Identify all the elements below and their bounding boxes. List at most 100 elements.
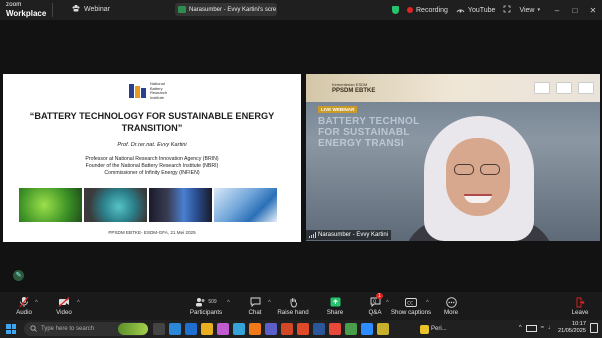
meeting-toolbar: Audio ^ Video ^ 509 Participants ^ Chat … [0, 292, 602, 320]
screen-share-indicator[interactable]: Narasumber - Evvy Kartini's scre ··· [175, 3, 277, 16]
raise-hand-button[interactable]: Raise hand [271, 296, 315, 316]
task-view-icon[interactable] [153, 323, 165, 335]
chevron-down-icon: ▾ [537, 7, 540, 13]
maximize-icon[interactable]: □ [566, 6, 584, 15]
svg-text:Q: Q [373, 299, 376, 304]
wifi-icon[interactable]: ≈ [541, 325, 544, 331]
taskbar-apps [152, 322, 390, 336]
title-line2: TRANSITION” [121, 123, 183, 133]
bg-text-line: FOR SUSTAINABL [318, 127, 410, 138]
show-captions-button[interactable]: CC Show captions [389, 296, 433, 316]
app-icon[interactable] [377, 323, 389, 335]
edge-icon[interactable] [185, 323, 197, 335]
windows-start-icon[interactable] [6, 324, 16, 334]
background-title-text: BATTERY TECHNOL FOR SUSTAINABL ENERGY TR… [318, 116, 420, 149]
nbri-logo: National Battery Research Institute [129, 81, 184, 100]
app-icon[interactable] [233, 323, 245, 335]
bg-text-line: BATTERY TECHNOL [318, 116, 420, 127]
minimize-icon[interactable]: – [548, 6, 566, 15]
fullscreen-button[interactable] [503, 5, 511, 15]
video-label: Video [56, 309, 72, 316]
firefox-icon[interactable] [249, 323, 261, 335]
audio-label: Audio [16, 309, 32, 316]
chat-icon [250, 297, 260, 307]
clock-time: 10:17 [572, 321, 586, 327]
qa-badge: 1 [376, 293, 383, 299]
taskbar-search[interactable]: Type here to search [24, 322, 148, 336]
chevron-up-icon[interactable]: ^ [519, 325, 522, 331]
photo-energy-tech [214, 188, 277, 222]
raise-hand-label: Raise hand [277, 309, 309, 316]
live-webinar-badge: LIVE WEBINAR [318, 106, 358, 113]
logo-line1: zoom [6, 2, 22, 8]
share-screen-icon [330, 297, 340, 307]
top-right-controls: Recording YouTube View ▾ – □ ✕ [392, 0, 602, 20]
participants-button[interactable]: 509 Participants [184, 296, 228, 316]
outlook-icon[interactable] [169, 323, 181, 335]
participants-label: Participants [189, 309, 223, 316]
teams-icon[interactable] [265, 323, 277, 335]
webinar-indicator[interactable]: Webinar [72, 4, 110, 14]
word-icon[interactable] [313, 323, 325, 335]
participant-name: Narasumber - Evvy Kartini [318, 232, 389, 238]
leave-label: Leave [571, 309, 589, 316]
participants-options-caret[interactable]: ^ [227, 300, 230, 306]
webinar-icon [72, 4, 80, 14]
app-icon[interactable] [217, 323, 229, 335]
virtual-background-banner: Kementerian ESDM PPSDM EBTKE [306, 74, 600, 102]
zoom-icon[interactable] [361, 323, 373, 335]
livestream-indicator[interactable]: YouTube [456, 6, 495, 15]
annotation-icon[interactable]: ✎ [13, 270, 24, 281]
slide-photos [19, 188, 277, 222]
system-tray: ^ ≈ ♩ 10:17 21/05/2025 [519, 321, 598, 335]
slide-title: “BATTERY TECHNOLOGY FOR SUSTAINABLE ENER… [3, 110, 301, 134]
video-button[interactable]: Video [42, 296, 86, 316]
audio-button[interactable]: Audio [2, 296, 46, 316]
brave-icon[interactable] [297, 323, 309, 335]
recording-label: Recording [416, 6, 448, 14]
encryption-indicator[interactable] [392, 6, 399, 14]
more-button[interactable]: More [429, 296, 473, 316]
file-explorer-icon[interactable] [201, 323, 213, 335]
zoom-logo: zoom Workplace [6, 2, 46, 18]
taskbar-active-app[interactable]: Peri... [420, 322, 458, 336]
divider [52, 3, 53, 17]
volume-icon[interactable]: ♩ [548, 325, 554, 331]
speaker-figure [404, 108, 554, 241]
show-captions-label: Show captions [390, 309, 432, 316]
slide-author: Prof. Dr.rer.nat. Evvy Kartini [117, 142, 187, 148]
microphone-muted-icon [19, 296, 29, 308]
photo-green-material [19, 188, 82, 222]
share-label: Share [326, 309, 344, 316]
search-icon [30, 324, 37, 334]
share-button[interactable]: Share [313, 296, 357, 316]
acrobat-icon[interactable] [329, 323, 341, 335]
partner-logos [534, 82, 594, 94]
clock[interactable]: 10:17 21/05/2025 [558, 321, 586, 335]
audio-options-caret[interactable]: ^ [35, 300, 38, 306]
search-placeholder: Type here to search [41, 326, 95, 332]
speaker-glasses [452, 164, 504, 176]
svg-text:CC: CC [407, 300, 413, 305]
participants-count: 509 [208, 299, 217, 305]
close-icon[interactable]: ✕ [584, 6, 602, 15]
signal-icon [309, 232, 316, 238]
recording-indicator[interactable]: Recording [407, 7, 448, 14]
speaker-video-tile[interactable]: Kementerian ESDM PPSDM EBTKE LIVE WEBINA… [306, 74, 600, 241]
title-line1: “BATTERY TECHNOLOGY FOR SUSTAINABLE ENER… [29, 111, 275, 121]
chrome-icon[interactable] [345, 323, 357, 335]
video-options-caret[interactable]: ^ [77, 300, 80, 306]
camera-off-icon [58, 297, 70, 307]
leave-button[interactable]: Leave [558, 296, 602, 316]
speaker-face [446, 138, 510, 216]
shared-screen[interactable]: National Battery Research Institute “BAT… [3, 74, 301, 242]
shield-icon [392, 6, 399, 14]
view-button[interactable]: View ▾ [519, 7, 540, 14]
logo-line2: Workplace [6, 9, 47, 18]
share-title: Narasumber - Evvy Kartini's scre [189, 6, 277, 13]
slide-footer: PPSDM EBTKE- ESDM-GFA, 21 Mei 2025 [108, 230, 196, 235]
battery-icon[interactable] [525, 324, 537, 332]
partner-logo [556, 82, 572, 94]
powerpoint-icon[interactable] [281, 323, 293, 335]
notification-icon[interactable] [590, 323, 598, 333]
